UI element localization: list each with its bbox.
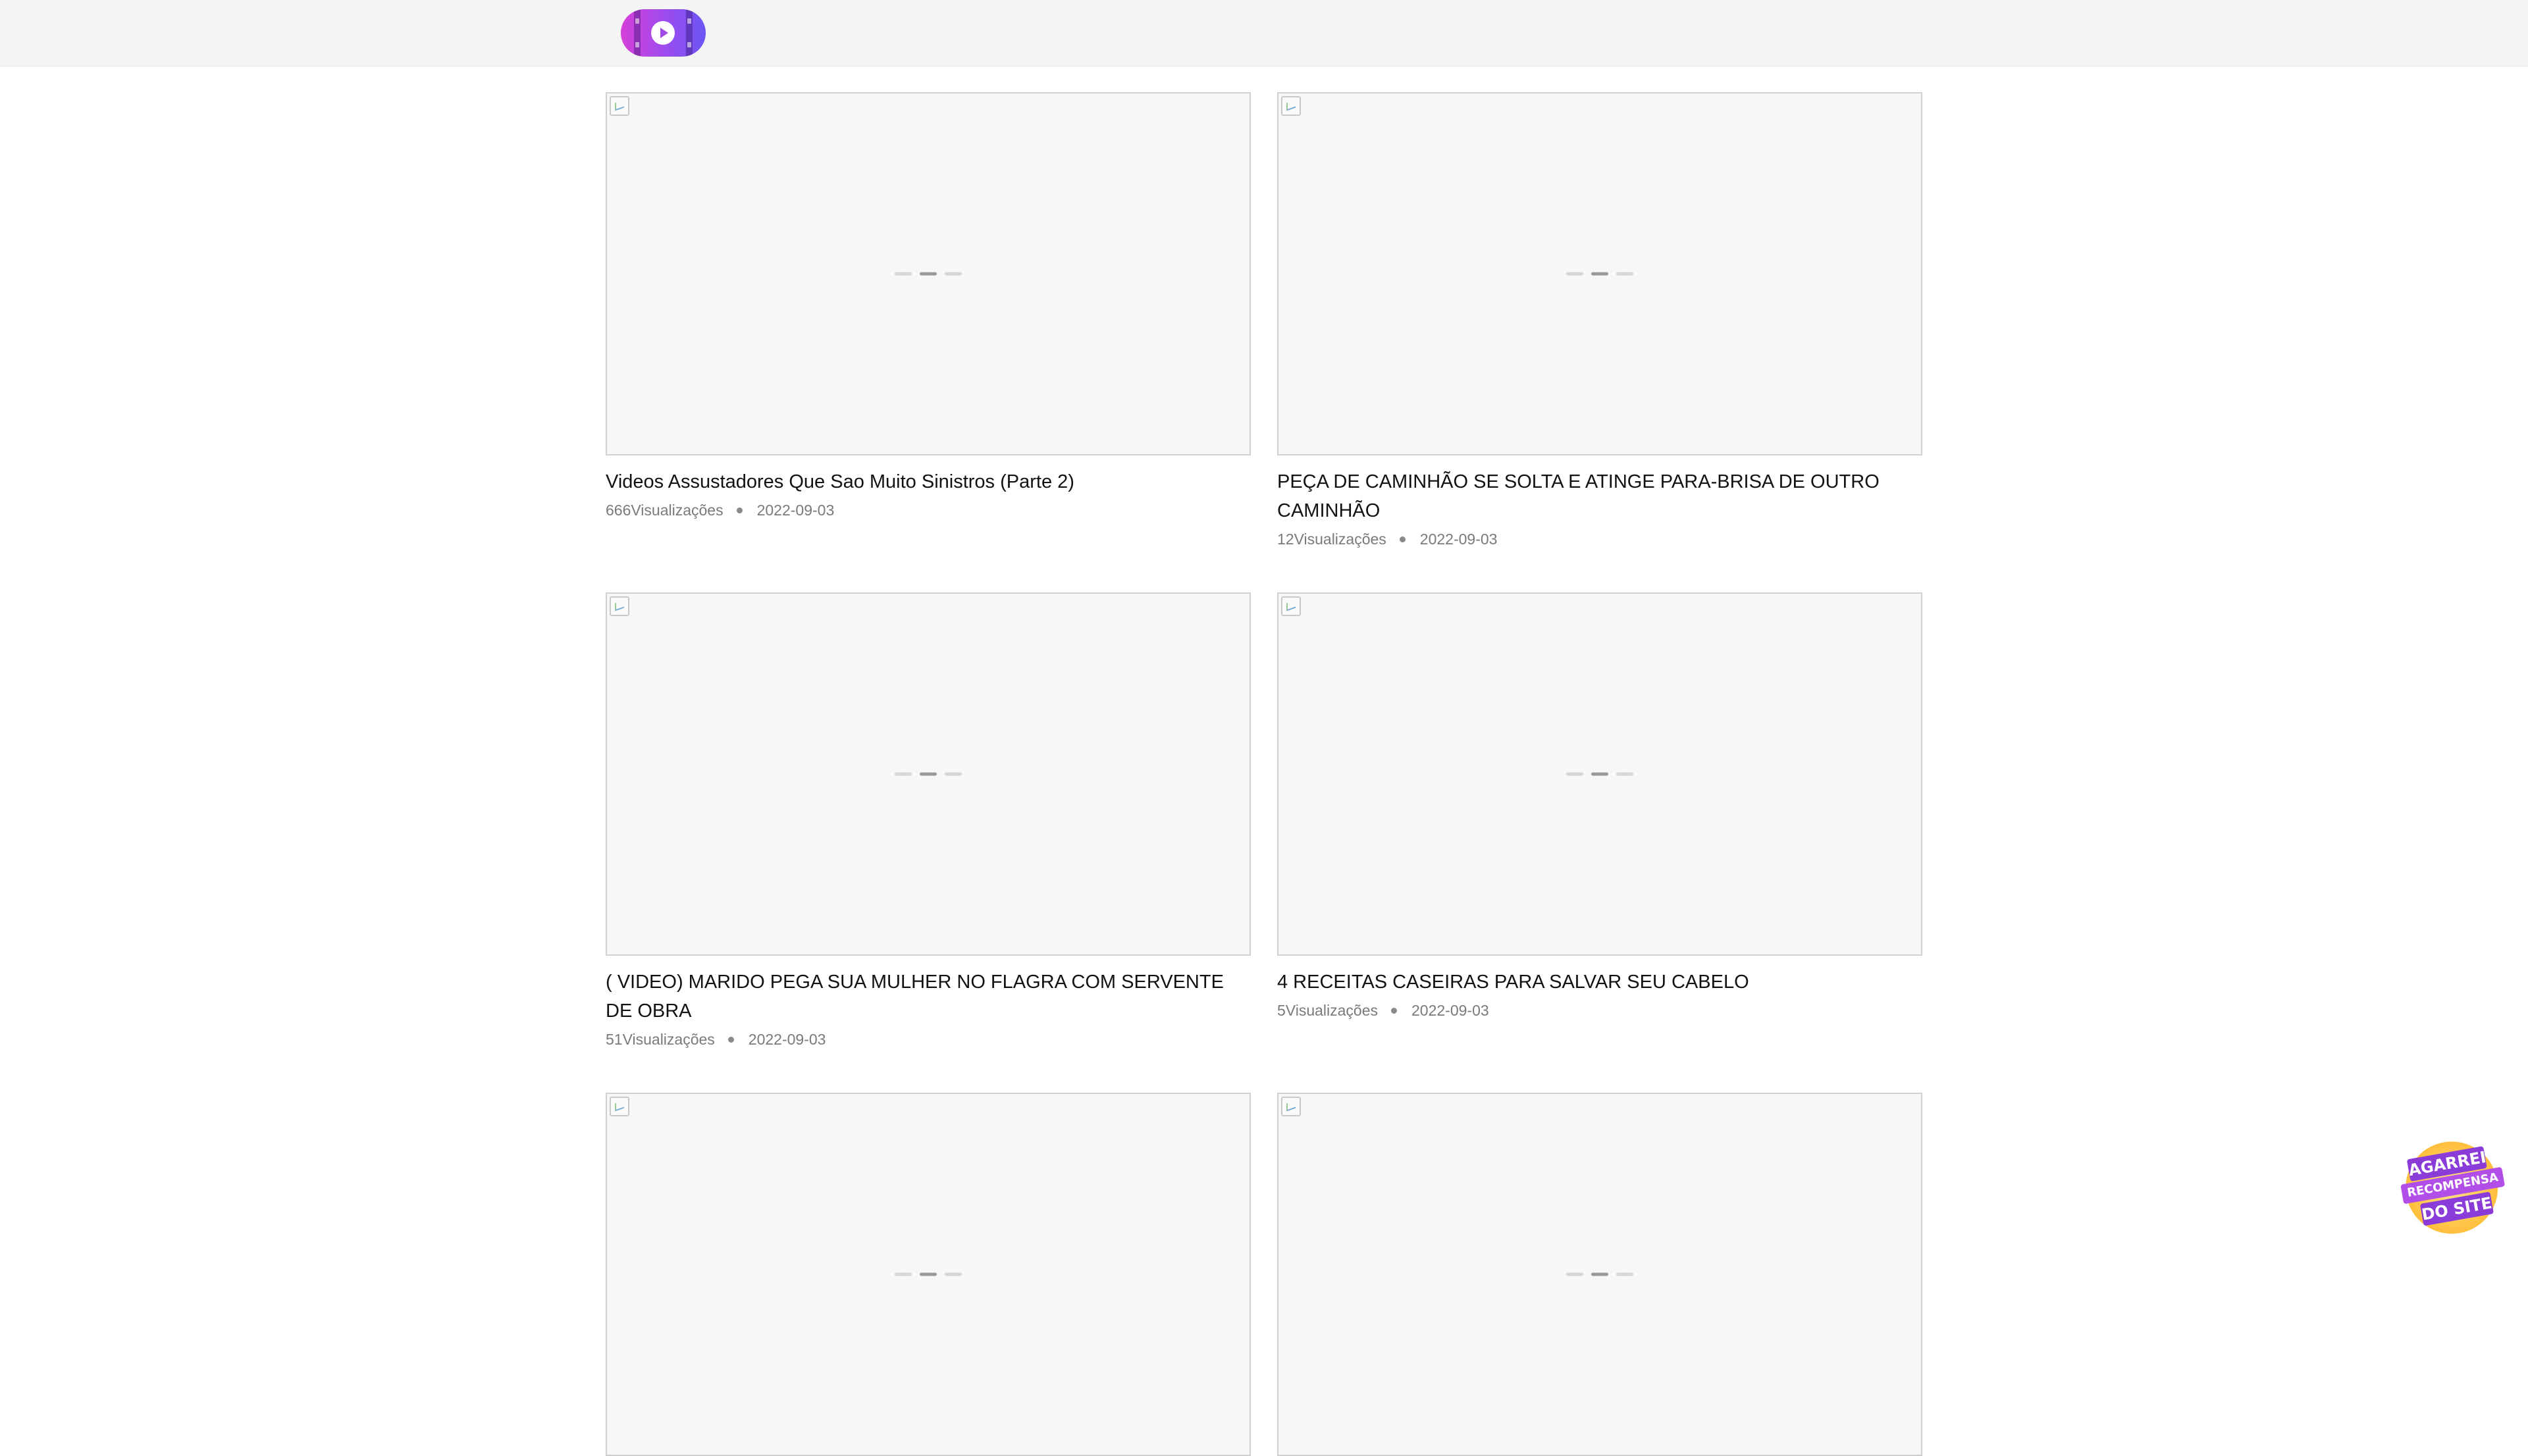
play-icon (651, 21, 675, 45)
top-bar (0, 0, 2528, 66)
broken-image-icon (1281, 596, 1301, 616)
video-title[interactable]: Videos Assustadores Que Sao Muito Sinist… (606, 467, 1251, 496)
video-meta: 666Visualizações 2022-09-03 (606, 502, 1251, 519)
reward-badge[interactable]: AGARREI RECOMPENSA DO SITE (2392, 1129, 2514, 1245)
loading-indicator (1566, 772, 1633, 776)
view-count: 12Visualizações (1277, 531, 1386, 548)
video-meta: 12Visualizações 2022-09-03 (1277, 531, 1922, 548)
publish-date: 2022-09-03 (748, 1031, 826, 1048)
loading-indicator (1566, 1272, 1633, 1276)
loading-indicator (895, 772, 962, 776)
video-thumbnail[interactable] (606, 92, 1251, 455)
video-thumbnail[interactable] (606, 592, 1251, 956)
video-card[interactable]: ( VIDEO) MARIDO PEGA SUA MULHER NO FLAGR… (606, 592, 1251, 1049)
separator-dot (1391, 1008, 1398, 1014)
loading-indicator (1566, 272, 1633, 276)
video-card[interactable]: 4 RECEITAS CASEIRAS PARA SALVAR SEU CABE… (1277, 592, 1922, 1020)
video-meta: 5Visualizações 2022-09-03 (1277, 1002, 1922, 1020)
site-logo-icon[interactable] (621, 9, 706, 57)
publish-date: 2022-09-03 (756, 502, 835, 519)
publish-date: 2022-09-03 (1411, 1002, 1489, 1019)
separator-dot (736, 507, 743, 513)
broken-image-icon (610, 596, 629, 616)
video-thumbnail[interactable] (1277, 92, 1922, 455)
view-count: 5Visualizações (1277, 1002, 1379, 1019)
video-card[interactable] (1277, 1093, 1922, 1456)
video-card[interactable] (606, 1093, 1251, 1456)
separator-dot (1399, 536, 1406, 542)
video-meta: 51Visualizações 2022-09-03 (606, 1031, 1251, 1049)
loading-indicator (895, 1272, 962, 1276)
view-count: 666Visualizações (606, 502, 724, 519)
view-count: 51Visualizações (606, 1031, 715, 1048)
film-strip-right (686, 9, 693, 57)
loading-indicator (895, 272, 962, 276)
video-title[interactable]: PEÇA DE CAMINHÃO SE SOLTA E ATINGE PARA-… (1277, 467, 1922, 525)
publish-date: 2022-09-03 (1419, 531, 1498, 548)
video-thumbnail[interactable] (1277, 592, 1922, 956)
video-card[interactable]: PEÇA DE CAMINHÃO SE SOLTA E ATINGE PARA-… (1277, 92, 1922, 548)
separator-dot (727, 1037, 734, 1043)
video-title[interactable]: ( VIDEO) MARIDO PEGA SUA MULHER NO FLAGR… (606, 968, 1251, 1026)
video-card[interactable]: Videos Assustadores Que Sao Muito Sinist… (606, 92, 1251, 519)
broken-image-icon (610, 1097, 629, 1116)
video-title[interactable]: 4 RECEITAS CASEIRAS PARA SALVAR SEU CABE… (1277, 968, 1922, 997)
broken-image-icon (1281, 1097, 1301, 1116)
video-thumbnail[interactable] (1277, 1093, 1922, 1456)
broken-image-icon (1281, 96, 1301, 116)
video-thumbnail[interactable] (606, 1093, 1251, 1456)
film-strip-left (634, 9, 641, 57)
broken-image-icon (610, 96, 629, 116)
